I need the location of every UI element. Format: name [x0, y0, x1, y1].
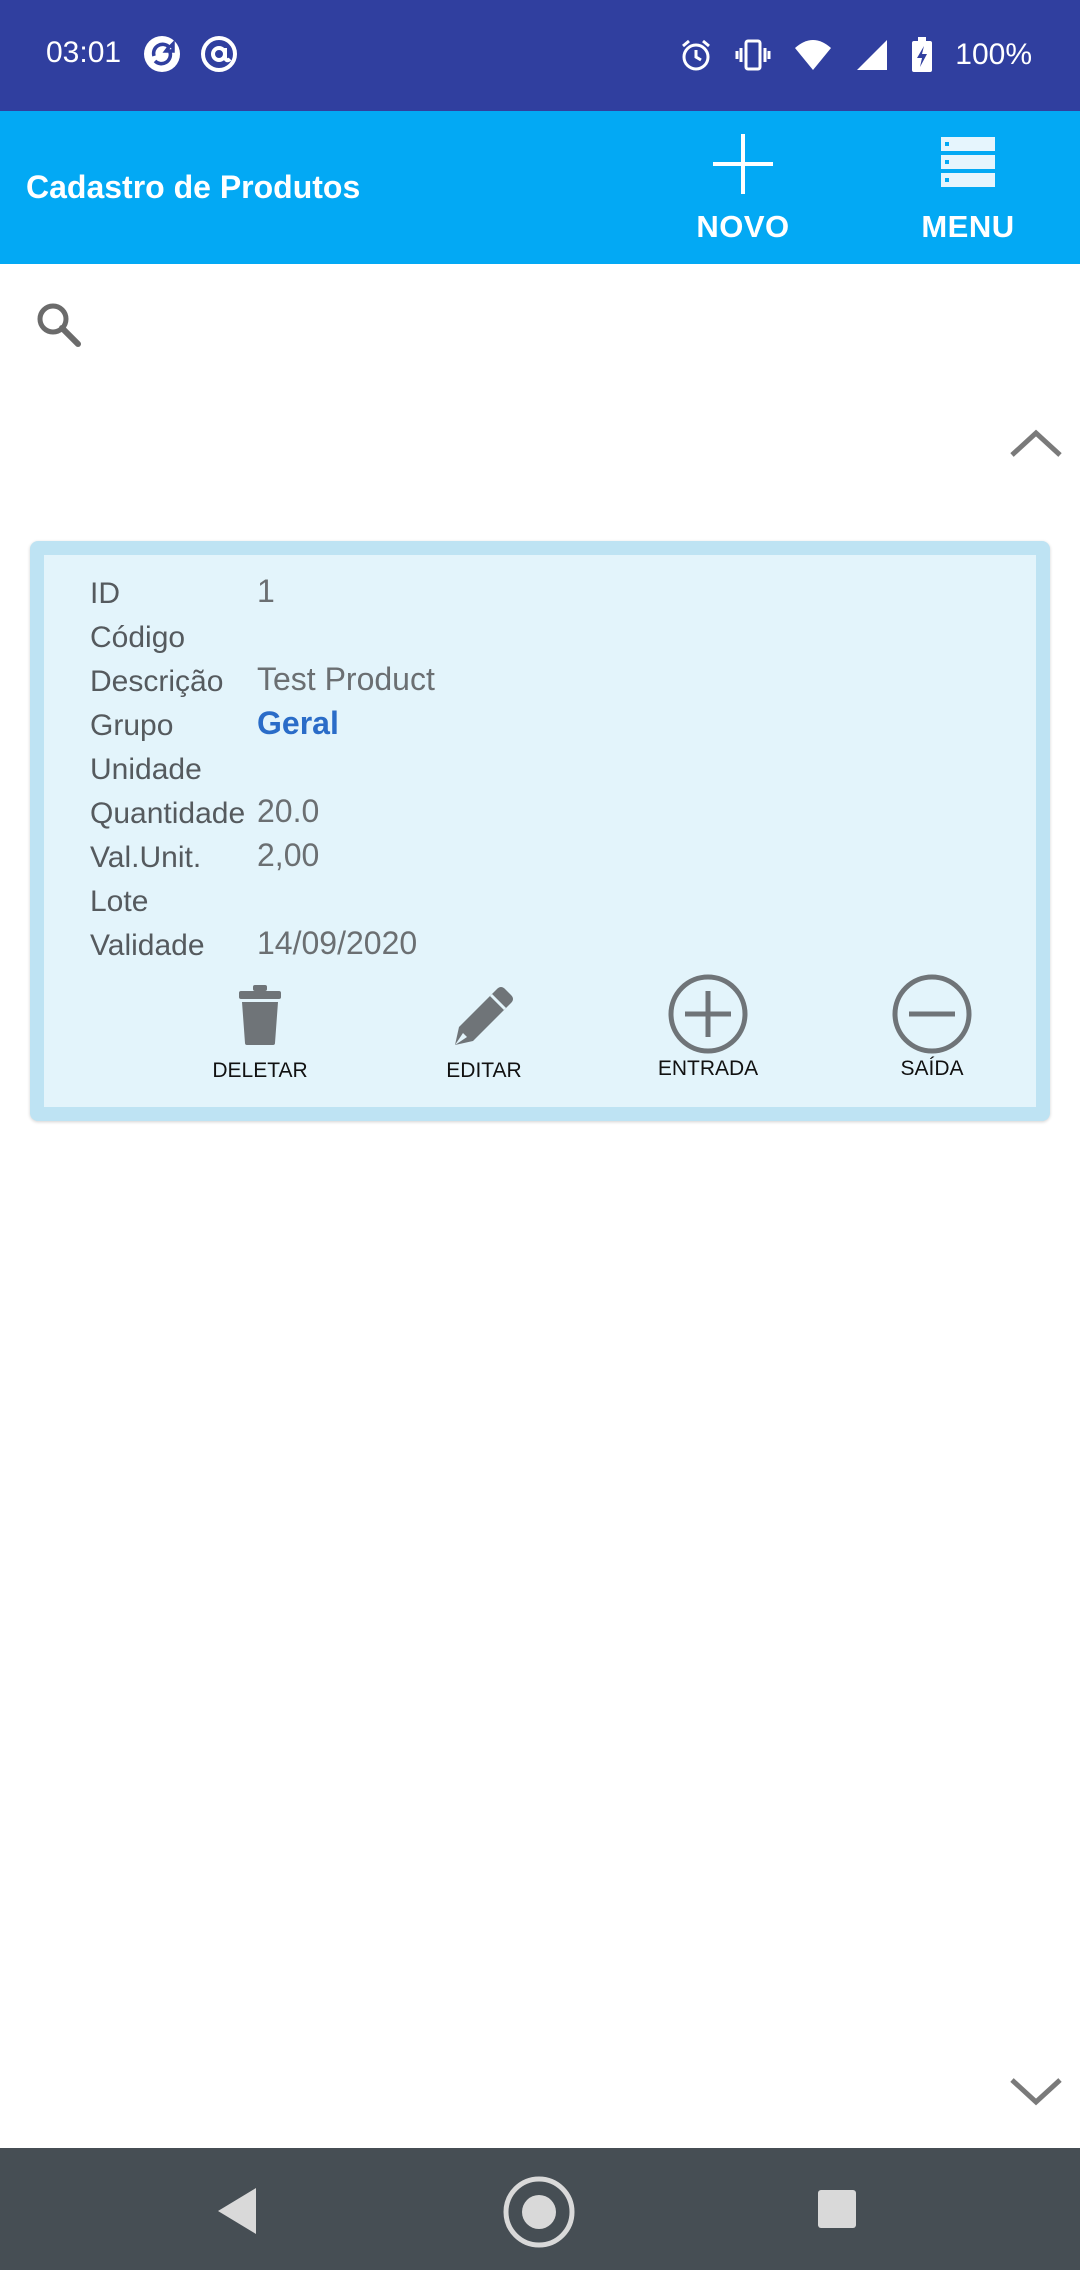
- search-bar: [0, 264, 1080, 384]
- field-label: Quantidade: [90, 797, 246, 830]
- field-value: 1: [257, 573, 275, 609]
- field-value-group: Geral: [257, 705, 339, 741]
- entry-button-label: ENTRADA: [657, 1057, 759, 1080]
- delete-button-label: DELETAR: [212, 1059, 308, 1082]
- trash-icon: [160, 983, 360, 1047]
- alarm-icon: [679, 38, 713, 72]
- page-title: Cadastro de Produtos: [26, 169, 361, 205]
- search-icon[interactable]: [34, 300, 84, 355]
- chevron-up-icon[interactable]: [1008, 425, 1064, 470]
- navigation-bar: [0, 2148, 1080, 2270]
- field-label: Unidade: [90, 753, 202, 786]
- status-time: 03:01: [46, 36, 122, 69]
- edit-button-label: EDITAR: [446, 1059, 522, 1082]
- menu-button-label: MENU: [921, 209, 1015, 244]
- sync-app-icon: [142, 34, 182, 74]
- exit-button-label: SAÍDA: [900, 1057, 964, 1080]
- field-label: Validade: [90, 929, 205, 962]
- signal-icon: [855, 38, 889, 72]
- new-button-label: NOVO: [696, 209, 790, 244]
- menu-icon: [873, 129, 1063, 199]
- at-app-icon: [199, 34, 239, 74]
- vibrate-icon: [735, 38, 771, 72]
- battery-charging-icon: [911, 37, 933, 73]
- field-value: 2,00: [257, 837, 320, 873]
- pencil-icon: [384, 983, 584, 1047]
- edit-button[interactable]: EDITAR: [384, 983, 584, 1099]
- menu-button[interactable]: MENU: [873, 129, 1063, 259]
- field-label: ID: [90, 577, 120, 610]
- recent-apps-icon[interactable]: [800, 2176, 880, 2246]
- wifi-icon: [793, 38, 833, 72]
- field-value: 20.0: [257, 793, 320, 829]
- plus-icon: [648, 129, 838, 199]
- field-label: Lote: [90, 885, 149, 918]
- app-bar: Cadastro de Produtos NOVO MENU: [0, 111, 1080, 264]
- minus-circle-icon: [832, 973, 1032, 1055]
- product-card-body: ID 1 Código Descrição Test Product Grupo…: [44, 555, 1036, 1107]
- exit-button[interactable]: SAÍDA: [832, 974, 1032, 1099]
- card-actions: DELETAR EDITAR ENTRADA SAÍDA: [44, 974, 1036, 1103]
- chevron-down-icon[interactable]: [1008, 2070, 1064, 2115]
- back-icon[interactable]: [200, 2176, 280, 2246]
- new-button[interactable]: NOVO: [648, 129, 838, 259]
- field-label: Descrição: [90, 665, 224, 698]
- field-label: Grupo: [90, 709, 174, 742]
- field-value: 14/09/2020: [257, 925, 418, 961]
- search-input[interactable]: [100, 294, 1004, 356]
- battery-percentage: 100%: [955, 38, 1032, 71]
- status-bar: 03:01 100%: [0, 0, 1080, 111]
- entry-button[interactable]: ENTRADA: [608, 974, 808, 1099]
- home-icon[interactable]: [499, 2172, 579, 2248]
- field-label: Val.Unit.: [90, 841, 202, 874]
- product-card[interactable]: ID 1 Código Descrição Test Product Grupo…: [30, 541, 1050, 1121]
- field-value: Test Product: [257, 661, 435, 697]
- status-indicators: 100%: [679, 30, 1032, 80]
- plus-circle-icon: [608, 973, 808, 1055]
- delete-button[interactable]: DELETAR: [160, 983, 360, 1099]
- field-label: Código: [90, 621, 186, 654]
